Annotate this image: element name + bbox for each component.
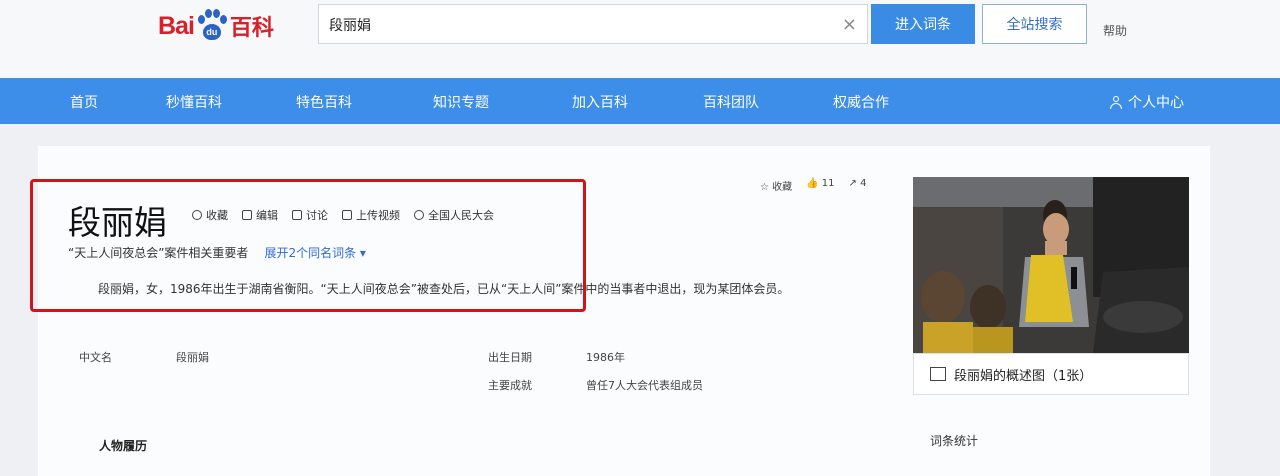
nav-item-join[interactable]: 加入百科 xyxy=(572,92,628,112)
info-value-name: 段丽娟 xyxy=(176,351,209,364)
paw-icon: du xyxy=(195,9,229,43)
nav-user-label: 个人中心 xyxy=(1128,95,1184,111)
enter-entry-button[interactable]: 进入词条 xyxy=(871,4,975,44)
summary-photo[interactable] xyxy=(913,177,1189,353)
search-input[interactable] xyxy=(327,14,831,36)
nav-item-cooperation[interactable]: 权威合作 xyxy=(833,92,889,112)
section-person-history: 人物履历 xyxy=(99,439,148,453)
nav-item-home[interactable]: 首页 xyxy=(70,92,98,112)
clear-icon[interactable]: × xyxy=(842,14,857,35)
user-icon xyxy=(1110,95,1122,109)
logo-text-du: du xyxy=(202,24,221,40)
info-value-birth: 1986年 xyxy=(586,351,625,364)
nav-item-team[interactable]: 百科团队 xyxy=(703,92,759,112)
info-label-works: 主要成就 xyxy=(488,379,532,392)
logo-text-baike: 百科 xyxy=(229,16,274,41)
photo-album-link[interactable]: 段丽娟的概述图（1张） xyxy=(913,353,1189,395)
info-value-works: 曾任7人大会代表组成员 xyxy=(586,379,703,392)
nav-item-miaodong[interactable]: 秒懂百科 xyxy=(166,92,222,112)
stat-share[interactable]: ↗ 4 xyxy=(849,178,867,193)
site-search-button[interactable]: 全站搜索 xyxy=(982,4,1087,44)
nav-item-featured[interactable]: 特色百科 xyxy=(296,92,352,112)
logo-text-bai: Bai xyxy=(158,11,195,40)
stat-collect[interactable]: ☆ 收藏 xyxy=(760,178,792,193)
red-highlight-box xyxy=(30,179,586,312)
baidu-baike-logo[interactable]: Bai du 百科 xyxy=(158,8,274,44)
main-nav: 首页 秒懂百科 特色百科 知识专题 加入百科 百科团队 权威合作 个人中心 xyxy=(0,78,1280,124)
search-box[interactable]: × xyxy=(318,4,868,44)
summary-photo-image xyxy=(913,177,1189,353)
entry-stats-bar: ☆ 收藏 👍 11 ↗ 4 xyxy=(760,178,866,193)
picture-icon xyxy=(930,367,946,381)
section-entry-stats: 词条统计 xyxy=(930,434,979,448)
stat-like[interactable]: 👍 11 xyxy=(806,178,834,193)
help-link[interactable]: 帮助 xyxy=(1103,22,1127,39)
nav-item-topics[interactable]: 知识专题 xyxy=(433,92,489,112)
info-label-name: 中文名 xyxy=(79,351,112,364)
info-label-birth: 出生日期 xyxy=(488,351,532,364)
nav-user-center[interactable]: 个人中心 xyxy=(1110,92,1184,112)
